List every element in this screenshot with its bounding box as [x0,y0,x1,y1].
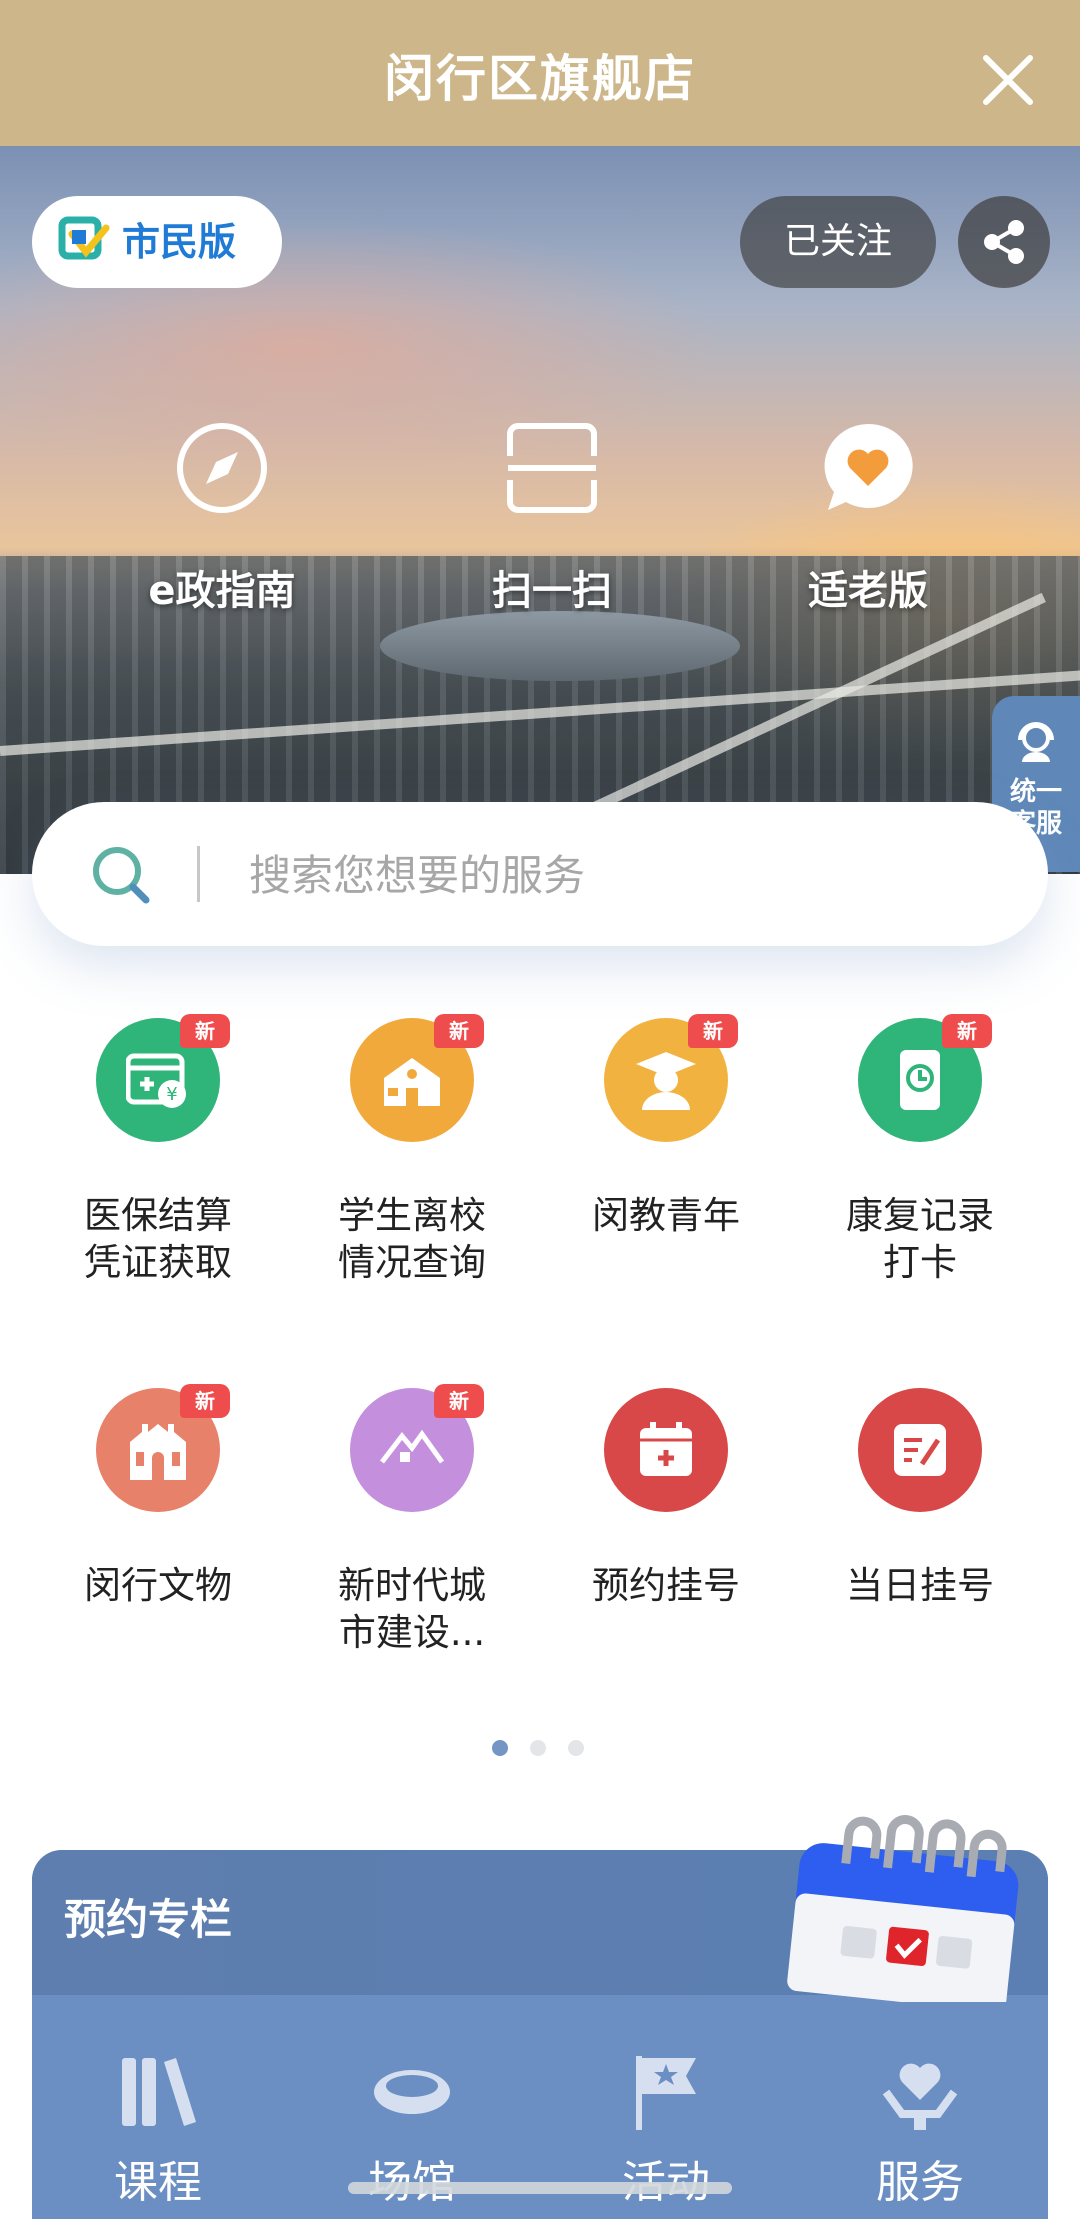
flag-star-icon [636,2056,696,2130]
hand-heart-icon [882,2063,958,2130]
service-label: 当日挂号 [846,1564,994,1607]
quick-action-label: e政指南 [148,568,296,614]
app-logo-icon [58,216,110,260]
tab-label: 场馆 [312,2146,512,2210]
service-city-construction[interactable]: 新 新时代城市建设... [292,1384,532,1656]
service-same-day[interactable]: 当日挂号 [800,1388,1040,1609]
calendar-plus-icon [640,1422,692,1476]
service-label: 预约挂号 [592,1564,740,1607]
compass-icon [177,423,267,513]
page-dot [568,1740,584,1756]
new-badge: 新 [180,1014,230,1048]
service-heritage[interactable]: 新 闵行文物 [38,1384,278,1609]
service-label: 康复记录打卡 [846,1194,994,1284]
tab-label: 活动 [566,2146,766,2210]
page-dot-active [492,1740,508,1756]
heritage-icon [130,1424,186,1480]
school-icon [384,1058,440,1106]
booking-tab-service[interactable]: 服务 [820,2052,1020,2210]
quick-action-label: 适老版 [808,568,928,614]
share-button[interactable] [958,196,1050,288]
quick-action-scan[interactable]: 扫一扫 [452,420,652,616]
new-badge: 新 [434,1014,484,1048]
service-appointment[interactable]: 预约挂号 [546,1388,786,1609]
search-icon [93,847,150,904]
service-rehab-checkin[interactable]: 新 康复记录打卡 [800,1014,1040,1286]
headset-icon [1018,722,1054,762]
new-badge: 新 [688,1014,738,1048]
booking-tab-course[interactable]: 课程 [58,2052,258,2210]
service-icon-circle: 新 [350,1014,484,1142]
share-icon [984,220,1024,264]
scan-icon [507,423,597,513]
booking-title: 预约专栏 [64,1895,233,1944]
service-icon-circle: 新 [350,1384,484,1512]
search-divider [197,846,200,902]
new-badge: 新 [942,1014,992,1048]
medical-card-icon: ¥ [126,1053,186,1108]
page-title: 闵行区旗舰店 [384,50,696,108]
service-min-youth[interactable]: 新 闵教青年 [546,1014,786,1239]
new-badge: 新 [180,1384,230,1418]
search-input[interactable] [247,838,1011,912]
quick-action-label: 扫一扫 [492,568,612,614]
close-icon[interactable] [978,50,1038,110]
citizen-version-pill[interactable]: 市民版 [32,196,282,288]
note-edit-icon [894,1424,946,1476]
citizen-version-label: 市民版 [122,220,237,264]
page-dot [530,1740,546,1756]
service-icon-circle [858,1388,982,1512]
service-icon-circle: ¥ 新 [96,1014,230,1142]
stadium-icon [374,2070,450,2114]
stadium-image [380,611,740,681]
calendar-illustration-icon [787,1815,1019,2002]
quick-action-elderly[interactable]: 适老版 [768,420,968,616]
graduate-icon [636,1052,696,1110]
service-icon-circle: 新 [858,1014,992,1142]
house-icon [380,1429,444,1464]
quick-action-guide[interactable]: e政指南 [122,420,322,616]
search-bar[interactable] [32,802,1048,946]
service-medical-voucher[interactable]: ¥ 新 医保结算凭证获取 [38,1014,278,1286]
tab-label: 课程 [114,2157,202,2208]
books-icon [122,2058,196,2126]
tab-label: 服务 [876,2157,964,2208]
service-icon-circle: 新 [604,1014,738,1142]
service-student-leave[interactable]: 新 学生离校情况查询 [292,1014,532,1286]
home-indicator[interactable] [348,2182,732,2194]
service-label: 学生离校情况查询 [338,1194,486,1284]
service-icon-circle: 新 [96,1384,230,1512]
new-badge: 新 [434,1384,484,1418]
service-label: 医保结算凭证获取 [84,1194,232,1284]
service-label: 闵行文物 [84,1564,232,1607]
service-label: 新时代城市建设... [338,1564,486,1654]
title-bar: 闵行区旗舰店 [0,0,1080,146]
service-icon-circle [604,1388,728,1512]
service-label: 闵教青年 [592,1194,740,1237]
followed-button[interactable]: 已关注 [740,196,936,288]
svg-text:¥: ¥ [166,1084,177,1105]
heart-chat-icon [824,423,913,510]
phone-clock-icon [900,1050,940,1110]
